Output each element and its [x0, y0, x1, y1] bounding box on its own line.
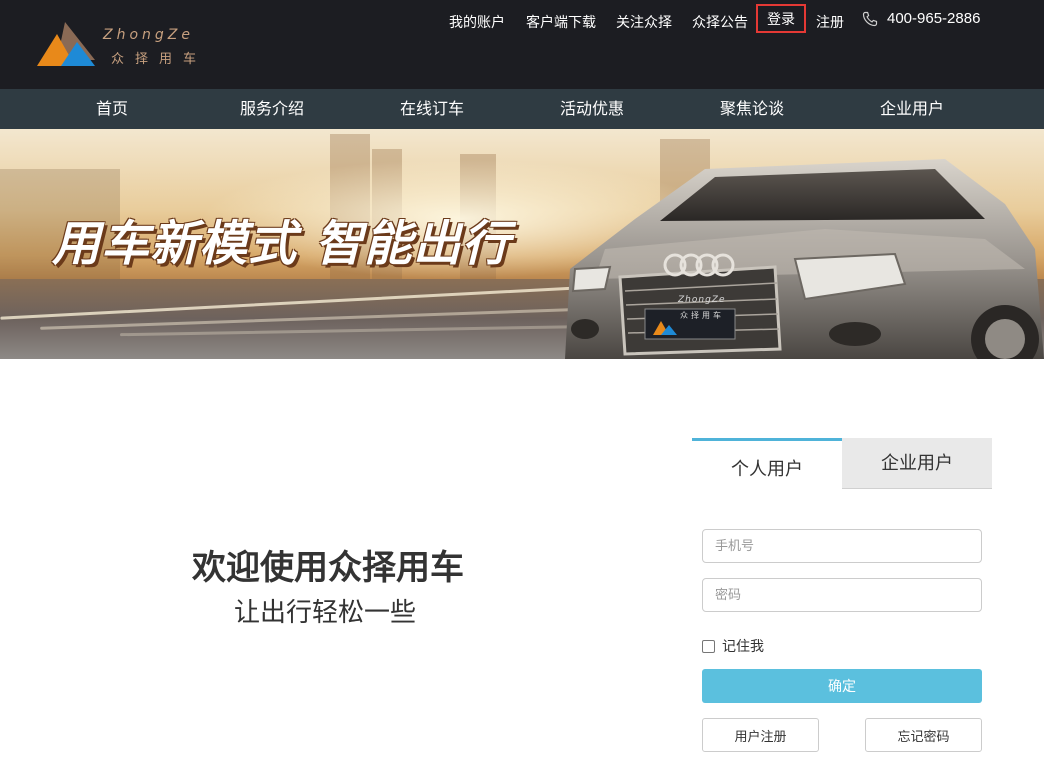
logo-mountain-icon [37, 22, 95, 66]
hero-banner: 用车新模式 智能出行 ZhongZe 众择用车 [0, 129, 1044, 359]
nav-item-enterprise[interactable]: 企业用户 [852, 89, 972, 129]
car-illustration [565, 159, 1044, 359]
top-header: ZhongZe 众择用车 我的账户 客户端下载 关注众择 众择公告 登录 注册 … [0, 0, 1044, 89]
remember-label: 记住我 [722, 639, 764, 655]
banner-slogan: 用车新模式 智能出行 [52, 216, 511, 272]
welcome-subtitle: 让出行轻松一些 [234, 598, 417, 628]
phone-icon [862, 11, 878, 27]
phone-input[interactable] [702, 529, 982, 563]
confirm-button[interactable]: 确定 [702, 669, 982, 703]
logo-name-cn: 众择用车 [111, 52, 208, 67]
tab-personal-user[interactable]: 个人用户 [692, 438, 842, 489]
login-link-label: 登录 [767, 11, 795, 28]
login-link[interactable]: 登录 [756, 4, 806, 33]
follow-link[interactable]: 关注众择 [616, 12, 672, 32]
notice-link[interactable]: 众择公告 [692, 12, 748, 32]
brand-logo[interactable]: ZhongZe 众择用车 [37, 20, 222, 68]
logo-name-en: ZhongZe [103, 27, 194, 43]
hotline-number: 400-965-2886 [887, 10, 981, 27]
remember-checkbox[interactable] [702, 639, 715, 653]
nav-item-services[interactable]: 服务介绍 [212, 89, 332, 129]
user-register-button[interactable]: 用户注册 [702, 718, 819, 752]
remember-me[interactable]: 记住我 [702, 636, 764, 656]
nav-item-forum[interactable]: 聚焦论谈 [692, 89, 812, 129]
plate-name-cn: 众择用车 [680, 311, 724, 320]
password-input[interactable] [702, 578, 982, 612]
login-panel: 个人用户 企业用户 记住我 确定 用户注册 忘记密码 [692, 438, 992, 770]
nav-item-home[interactable]: 首页 [52, 89, 172, 129]
plate-name-en: ZhongZe [678, 295, 726, 305]
register-link[interactable]: 注册 [816, 12, 844, 32]
forgot-password-button[interactable]: 忘记密码 [865, 718, 982, 752]
tab-enterprise-user[interactable]: 企业用户 [842, 438, 992, 489]
nav-item-promotions[interactable]: 活动优惠 [532, 89, 652, 129]
welcome-title: 欢迎使用众择用车 [192, 548, 464, 588]
nav-item-booking[interactable]: 在线订车 [372, 89, 492, 129]
client-download-link[interactable]: 客户端下载 [526, 12, 596, 32]
main-nav: 首页 服务介绍 在线订车 活动优惠 聚焦论谈 企业用户 [0, 89, 1044, 129]
my-account-link[interactable]: 我的账户 [449, 12, 505, 32]
